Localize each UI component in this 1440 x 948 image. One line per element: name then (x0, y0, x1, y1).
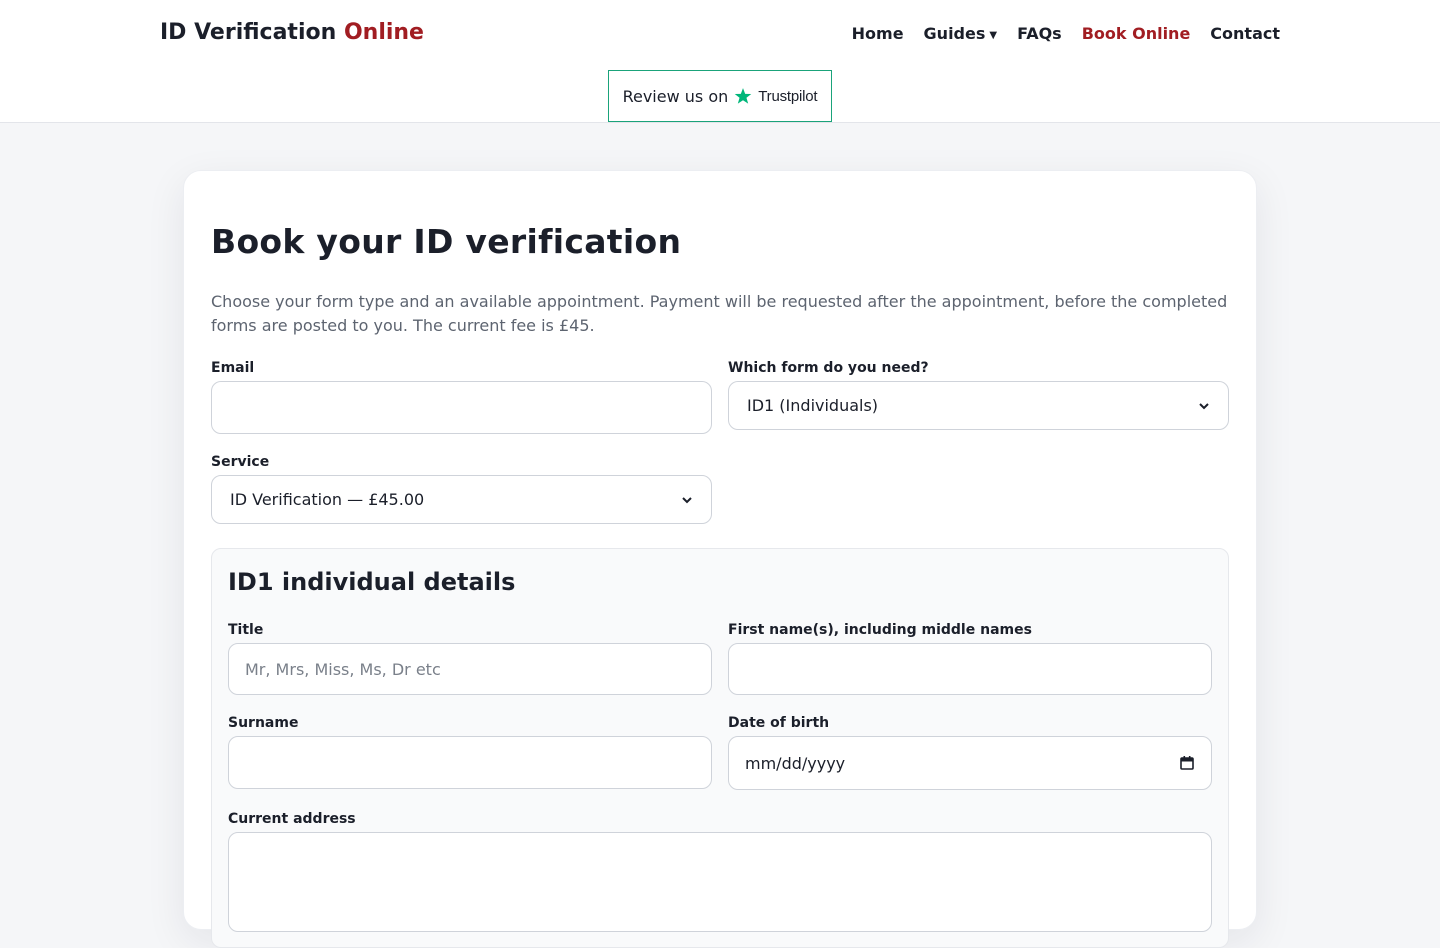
brand-logo[interactable]: ID Verification Online (160, 20, 424, 45)
nav-book-online[interactable]: Book Online (1082, 24, 1191, 43)
title-label: Title (228, 622, 264, 638)
chevron-down-icon (682, 496, 692, 503)
form-type-select[interactable]: ID1 (Individuals) (728, 381, 1229, 430)
service-select[interactable]: ID Verification — £45.00 (211, 475, 712, 524)
address-label: Current address (228, 811, 356, 827)
dob-placeholder: mm/dd/yyyy (745, 753, 846, 773)
main-nav: Home Guides ▼ FAQs Book Online Contact (852, 24, 1280, 43)
nav-contact[interactable]: Contact (1210, 24, 1280, 43)
surname-label: Surname (228, 715, 299, 731)
email-label: Email (211, 360, 255, 376)
nav-faqs-label: FAQs (1017, 24, 1062, 43)
title-placeholder: Mr, Mrs, Miss, Ms, Dr etc (245, 659, 441, 679)
title-input[interactable]: Mr, Mrs, Miss, Ms, Dr etc (228, 643, 712, 695)
surname-input[interactable] (228, 736, 712, 789)
first-names-label: First name(s), including middle names (728, 622, 1032, 638)
nav-faqs[interactable]: FAQs (1017, 24, 1062, 43)
chevron-down-icon (1199, 402, 1209, 409)
trustpilot-review-button[interactable]: Review us on Trustpilot (608, 70, 832, 122)
page-title: Book your ID verification (211, 222, 682, 261)
nav-home[interactable]: Home (852, 24, 904, 43)
calendar-icon[interactable] (1179, 755, 1195, 771)
address-textarea[interactable] (228, 832, 1212, 932)
email-input[interactable] (211, 381, 712, 434)
nav-guides[interactable]: Guides ▼ (924, 24, 998, 43)
trustpilot-prefix: Review us on (622, 86, 729, 106)
dob-label: Date of birth (728, 715, 830, 731)
trustpilot-star-icon (735, 88, 752, 104)
nav-guides-label: Guides (923, 24, 986, 43)
brand-accent: Online (343, 20, 424, 45)
form-type-value: ID1 (Individuals) (747, 396, 879, 415)
nav-home-label: Home (851, 24, 904, 43)
form-type-label: Which form do you need? (728, 360, 929, 376)
nav-book-online-label: Book Online (1081, 24, 1191, 43)
service-label: Service (211, 454, 270, 470)
intro-text: Choose your form type and an available a… (211, 292, 1228, 335)
brand-name: ID Verification (160, 20, 337, 45)
dob-input[interactable]: mm/dd/yyyy (728, 736, 1212, 790)
trustpilot-wordmark: Trustpilot (758, 87, 818, 105)
nav-contact-label: Contact (1210, 24, 1280, 43)
section-heading: ID1 individual details (228, 568, 516, 596)
first-names-input[interactable] (728, 643, 1212, 695)
service-value: ID Verification — £45.00 (230, 490, 425, 509)
site-header: ID Verification Online Home Guides ▼ FAQs… (0, 0, 1440, 123)
caret-down-icon: ▼ (989, 29, 998, 41)
